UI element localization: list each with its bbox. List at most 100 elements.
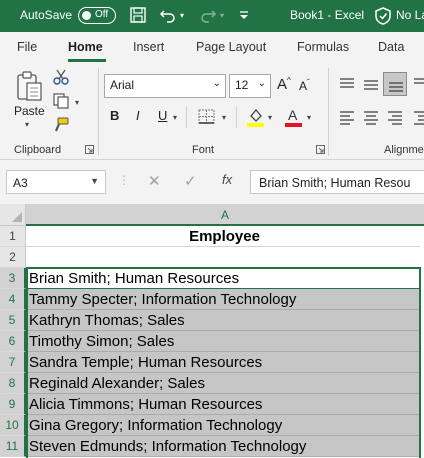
underline-button[interactable]: U <box>158 108 167 123</box>
chevron-down-icon: ⌄ <box>212 78 221 89</box>
row-header[interactable]: 3 <box>0 268 26 289</box>
row-header[interactable]: 6 <box>0 331 26 352</box>
cell-a4[interactable]: Tammy Specter; Information Technology <box>26 289 420 310</box>
cell-a7[interactable]: Sandra Temple; Human Resources <box>26 352 420 373</box>
svg-text:A: A <box>288 107 298 123</box>
row-header[interactable]: 1 <box>0 226 26 247</box>
cell-a11[interactable]: Steven Edmunds; Information Technology <box>26 436 420 457</box>
group-separator <box>98 68 99 156</box>
tab-file[interactable]: File <box>17 40 37 54</box>
bottom-align-button[interactable] <box>383 72 407 96</box>
row-header[interactable]: 11 <box>0 436 26 457</box>
formula-value: Brian Smith; Human Resou <box>259 176 411 190</box>
bottom-align-icon <box>389 82 403 92</box>
align-left-icon[interactable] <box>338 110 356 126</box>
name-box-value: A3 <box>13 176 28 190</box>
divider <box>236 106 237 128</box>
row-header[interactable]: 10 <box>0 415 26 436</box>
borders-dropdown-icon[interactable]: ▾ <box>222 113 226 122</box>
cell-a3[interactable]: Brian Smith; Human Resources <box>26 268 420 289</box>
decrease-font-size-icon[interactable]: Aˇ <box>299 78 310 93</box>
title-bar: AutoSave Off ▾ ▾ Book1 - Excel No La <box>0 0 424 32</box>
chevron-down-icon: ⌄ <box>257 78 266 89</box>
column-header-a[interactable]: A <box>26 204 424 226</box>
redo-dropdown-icon: ▾ <box>220 11 225 20</box>
paste-icon[interactable] <box>14 70 46 104</box>
italic-button[interactable]: I <box>136 108 140 123</box>
spreadsheet-grid: A 1 Employee 2 3 Brian Smith; Human Reso… <box>0 204 424 458</box>
undo-dropdown-icon[interactable]: ▾ <box>180 11 184 20</box>
cell-a5[interactable]: Kathryn Thomas; Sales <box>26 310 420 331</box>
row-header[interactable]: 2 <box>0 247 26 268</box>
formula-bar: A3 ▼ ⋮ ✕ ✓ fx Brian Smith; Human Resou <box>0 160 424 204</box>
group-separator <box>328 68 329 156</box>
copy-icon[interactable] <box>52 92 70 110</box>
fill-color-icon[interactable] <box>246 106 266 128</box>
fill-color-dropdown-icon[interactable]: ▾ <box>268 113 272 122</box>
font-size-value: 12 <box>235 78 249 92</box>
copy-dropdown-icon[interactable]: ▾ <box>75 98 79 107</box>
save-icon[interactable] <box>128 5 148 25</box>
customize-toolbar-icon[interactable] <box>234 5 254 25</box>
tab-home[interactable]: Home <box>68 40 103 54</box>
font-color-icon[interactable]: A <box>284 106 304 128</box>
select-all-button[interactable] <box>0 204 26 226</box>
cell-a10[interactable]: Gina Gregory; Information Technology <box>26 415 420 436</box>
insert-function-button[interactable]: fx <box>222 172 232 187</box>
tab-insert[interactable]: Insert <box>133 40 164 54</box>
row-header[interactable]: 5 <box>0 310 26 331</box>
row-header[interactable]: 7 <box>0 352 26 373</box>
autosave-state: Off <box>95 9 109 20</box>
undo-icon[interactable] <box>158 5 178 25</box>
cell-a2[interactable] <box>26 247 420 268</box>
font-launcher-icon[interactable] <box>316 145 325 154</box>
borders-icon[interactable] <box>198 109 216 125</box>
tab-data[interactable]: Data <box>378 40 404 54</box>
chevron-down-icon: ▼ <box>90 176 99 186</box>
workbook-title: Book1 - Excel <box>290 8 365 22</box>
autosave-toggle[interactable]: Off <box>78 7 116 24</box>
clipboard-launcher-icon[interactable] <box>85 145 94 154</box>
formula-input[interactable]: Brian Smith; Human Resou <box>250 170 424 194</box>
cancel-icon[interactable]: ✕ <box>148 172 161 190</box>
shield-icon[interactable] <box>374 6 392 26</box>
underline-dropdown-icon[interactable]: ▾ <box>173 113 177 122</box>
select-all-triangle-icon <box>12 212 22 222</box>
sensitivity-label[interactable]: No La <box>396 8 424 22</box>
ribbon: Paste ▾ ▾ Clipboard Arial ⌄ 12 ⌄ A^ Aˇ B… <box>0 62 424 160</box>
cell-a1[interactable]: Employee <box>26 226 420 247</box>
align-right-icon[interactable] <box>386 110 404 126</box>
font-group-label: Font <box>192 144 215 156</box>
autosave-label: AutoSave <box>20 8 73 22</box>
decrease-indent-icon[interactable] <box>412 110 424 126</box>
row-header[interactable]: 8 <box>0 373 26 394</box>
more-options-icon[interactable]: ⋮ <box>118 173 130 187</box>
row-header[interactable]: 9 <box>0 394 26 415</box>
tab-formulas[interactable]: Formulas <box>297 40 349 54</box>
cell-a9[interactable]: Alicia Timmons; Human Resources <box>26 394 420 415</box>
cell-a6[interactable]: Timothy Simon; Sales <box>26 331 420 352</box>
tab-page-layout[interactable]: Page Layout <box>196 40 266 54</box>
paste-label[interactable]: Paste <box>14 104 45 118</box>
cut-icon[interactable] <box>52 68 70 86</box>
name-box[interactable]: A3 ▼ <box>6 170 106 194</box>
font-name-dropdown[interactable]: Arial ⌄ <box>104 74 226 98</box>
orientation-icon[interactable] <box>412 76 424 92</box>
top-align-icon[interactable] <box>338 76 356 92</box>
redo-icon <box>201 10 217 23</box>
font-size-dropdown[interactable]: 12 ⌄ <box>229 74 271 98</box>
format-painter-icon[interactable] <box>52 116 70 134</box>
row-header[interactable]: 4 <box>0 289 26 310</box>
align-center-icon[interactable] <box>362 110 380 126</box>
alignment-group-label: Alignme <box>384 144 424 156</box>
paste-dropdown-icon[interactable]: ▾ <box>25 120 29 129</box>
font-color-dropdown-icon[interactable]: ▾ <box>307 113 311 122</box>
font-name-value: Arial <box>110 78 135 92</box>
enter-icon[interactable]: ✓ <box>184 172 197 190</box>
cell-a8[interactable]: Reginald Alexander; Sales <box>26 373 420 394</box>
bold-button[interactable]: B <box>110 108 119 123</box>
increase-font-size-icon[interactable]: A^ <box>277 76 291 93</box>
middle-align-icon[interactable] <box>362 76 380 92</box>
clipboard-group-label: Clipboard <box>14 144 62 156</box>
toggle-knob <box>82 10 91 20</box>
